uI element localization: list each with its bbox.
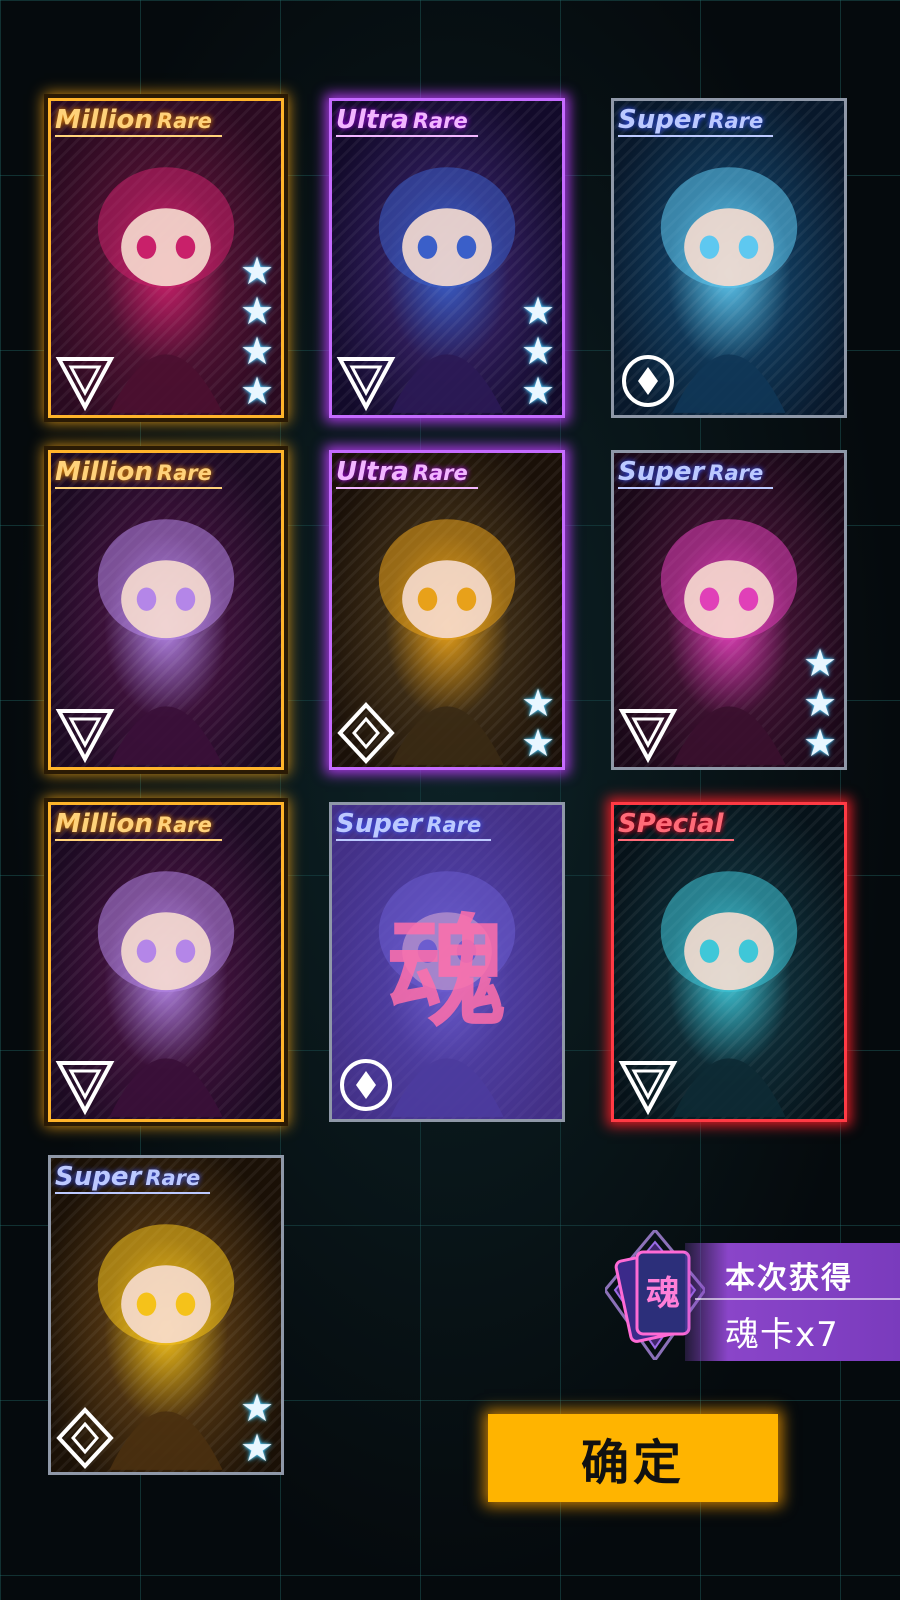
rarity-label: Super Rare [336, 809, 492, 841]
card-4[interactable]: Million Rare [48, 450, 284, 770]
rarity-label: Million Rare [55, 809, 222, 841]
soul-glyph: 魂 [387, 904, 507, 1043]
rarity-main: Super [618, 457, 705, 487]
circle-diamond-emblem [616, 349, 680, 413]
star-rating: ★ ★ ★ ★ [239, 249, 275, 413]
star-icon: ★ [520, 721, 556, 765]
triangle-emblem [53, 349, 117, 413]
rarity-sub: Rare [426, 813, 482, 837]
star-icon: ★ [239, 249, 275, 293]
triangle-emblem [616, 701, 680, 765]
rarity-sub: Rare [156, 813, 212, 837]
rarity-label: Ultra Rare [336, 457, 478, 489]
star-icon: ★ [520, 289, 556, 333]
star-rating: ★ ★ [239, 1386, 275, 1470]
rarity-sub: Rare [412, 109, 468, 133]
star-icon: ★ [239, 329, 275, 373]
rarity-label: Super Rare [618, 105, 774, 137]
rarity-sub: Rare [412, 461, 468, 485]
circle-diamond-emblem [334, 1053, 398, 1117]
reward-badge: 魂 本次获得 魂卡x7 [575, 1195, 900, 1361]
rarity-sub: Rare [156, 461, 212, 485]
rarity-main: Ultra [336, 105, 409, 135]
rarity-sub: Rare [145, 1166, 201, 1190]
triangle-emblem [616, 1053, 680, 1117]
card-9[interactable]: SPecial [611, 802, 847, 1122]
rarity-main: Million [55, 809, 153, 839]
star-icon: ★ [239, 289, 275, 333]
star-icon: ★ [520, 329, 556, 373]
rarity-label: Million Rare [55, 105, 222, 137]
star-rating: ★ ★ ★ [520, 289, 556, 413]
rarity-main: Super [336, 809, 423, 839]
card-6[interactable]: Super Rare ★ ★ ★ [611, 450, 847, 770]
diamond-emblem [53, 1406, 117, 1470]
star-icon: ★ [802, 721, 838, 765]
confirm-button[interactable]: 确定 [488, 1414, 778, 1502]
card-2[interactable]: Ultra Rare ★ ★ ★ [329, 98, 565, 418]
card-10[interactable]: Super Rare ★ ★ [48, 1155, 284, 1475]
rarity-main: Ultra [336, 457, 409, 487]
star-rating: ★ ★ [520, 681, 556, 765]
reward-divider [695, 1298, 900, 1300]
star-icon: ★ [520, 369, 556, 413]
rarity-sub: Rare [708, 109, 764, 133]
star-rating: ★ ★ ★ [802, 641, 838, 765]
svg-text:魂: 魂 [646, 1274, 680, 1314]
card-7[interactable]: Million Rare [48, 802, 284, 1122]
rarity-main: Million [55, 105, 153, 135]
rarity-main: SPecial [618, 809, 724, 839]
rarity-label: SPecial [618, 809, 734, 841]
rarity-sub: Rare [708, 461, 764, 485]
star-icon: ★ [802, 641, 838, 685]
triangle-emblem [53, 701, 117, 765]
reward-count: 魂卡x7 [725, 1315, 839, 1355]
rarity-label: Ultra Rare [336, 105, 478, 137]
rarity-main: Super [618, 105, 705, 135]
rarity-label: Super Rare [55, 1162, 211, 1194]
card-5[interactable]: Ultra Rare ★ ★ [329, 450, 565, 770]
star-icon: ★ [239, 1386, 275, 1430]
rarity-sub: Rare [156, 109, 212, 133]
rarity-label: Super Rare [618, 457, 774, 489]
rarity-main: Million [55, 457, 153, 487]
star-icon: ★ [802, 681, 838, 725]
rarity-main: Super [55, 1162, 142, 1192]
star-icon: ★ [239, 1426, 275, 1470]
star-icon: ★ [520, 681, 556, 725]
card-1[interactable]: Million Rare ★ ★ ★ ★ [48, 98, 284, 418]
card-3[interactable]: Super Rare [611, 98, 847, 418]
card-8[interactable]: Super Rare 魂 [329, 802, 565, 1122]
triangle-emblem [53, 1053, 117, 1117]
triangle-emblem [334, 349, 398, 413]
diamond-emblem [334, 701, 398, 765]
reward-title: 本次获得 [725, 1261, 853, 1296]
rarity-label: Million Rare [55, 457, 222, 489]
star-icon: ★ [239, 369, 275, 413]
